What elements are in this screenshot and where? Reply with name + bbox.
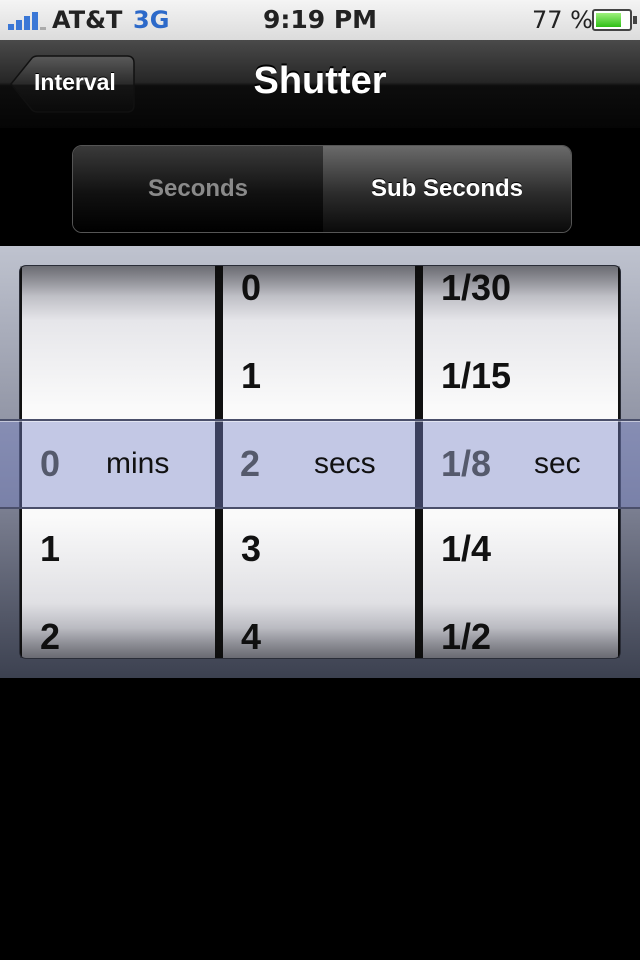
subseconds-row: 1/4 bbox=[441, 528, 492, 569]
subseconds-row: 1/30 bbox=[441, 267, 512, 308]
minutes-row: 2 bbox=[40, 616, 61, 657]
seconds-row: 3 bbox=[241, 528, 262, 569]
seconds-row: 4 bbox=[241, 616, 262, 657]
segment-seconds[interactable]: Seconds bbox=[73, 146, 323, 232]
time-picker: 1 2 0 1 3 4 1/30 1/15 1/4 1/2 0 mins 2 s… bbox=[0, 246, 640, 678]
subseconds-row: 1/2 bbox=[441, 616, 492, 657]
subseconds-row: 1/15 bbox=[441, 355, 512, 396]
page-title: Shutter bbox=[253, 60, 387, 102]
subseconds-unit-label: sec bbox=[534, 447, 581, 480]
selected-subseconds-value: 1/8 bbox=[441, 443, 492, 484]
selected-seconds-value: 2 bbox=[240, 443, 261, 484]
minutes-row bbox=[22, 266, 215, 332]
seconds-row: 0 bbox=[241, 267, 262, 308]
selection-indicator: 0 mins 2 secs 1/8 sec bbox=[0, 419, 640, 509]
seconds-unit-label: secs bbox=[314, 447, 376, 480]
segment-area: Seconds Sub Seconds bbox=[0, 128, 640, 246]
segment-sub-seconds[interactable]: Sub Seconds bbox=[323, 146, 571, 232]
navigation-bar: Interval Shutter bbox=[0, 40, 640, 129]
status-bar: AT&T 3G 9:19 PM 77 % bbox=[0, 0, 640, 40]
empty-content-area bbox=[0, 678, 640, 960]
battery-icon bbox=[592, 9, 637, 31]
minutes-row: 1 bbox=[40, 528, 61, 569]
minutes-row bbox=[22, 332, 215, 420]
battery-fill bbox=[596, 13, 621, 27]
selected-minutes-value: 0 bbox=[40, 443, 61, 484]
minutes-unit-label: mins bbox=[106, 447, 170, 480]
mode-segmented-control: Seconds Sub Seconds bbox=[72, 145, 572, 233]
seconds-row: 1 bbox=[241, 355, 262, 396]
battery-percent: 77 % bbox=[532, 6, 593, 34]
